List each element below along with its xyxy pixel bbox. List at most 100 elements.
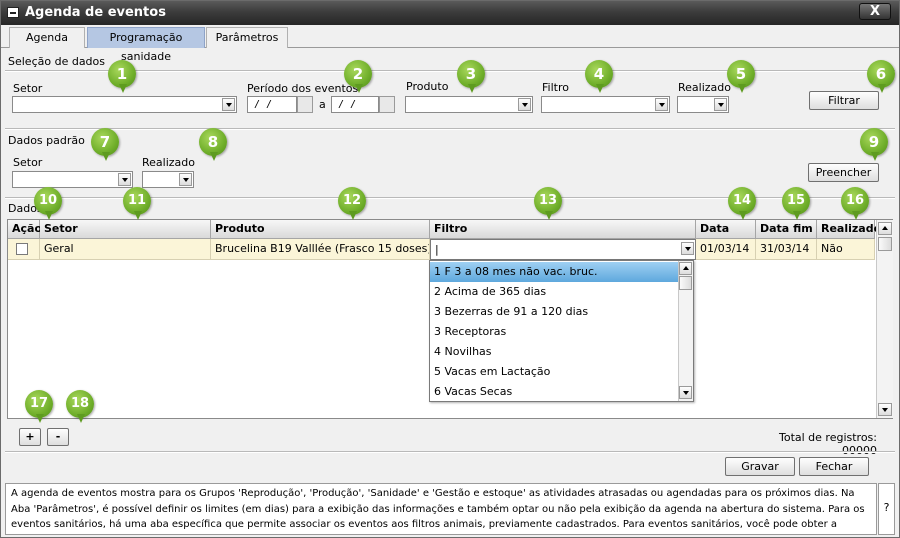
- filtro-dropdown-list: 1 F 3 a 08 mes não vac. bruc. 2 Acima de…: [429, 260, 694, 402]
- filtro-option[interactable]: 6 Vacas Secas: [430, 382, 678, 402]
- cell-setor[interactable]: Geral: [40, 239, 211, 260]
- scroll-thumb[interactable]: [878, 237, 892, 251]
- col-produto[interactable]: Produto: [211, 220, 430, 239]
- col-acao[interactable]: Ação: [8, 220, 42, 239]
- scroll-up-icon[interactable]: [679, 262, 692, 275]
- window-title: Agenda de eventos: [25, 5, 166, 20]
- section-selecao-label: Seleção de dados: [8, 55, 106, 68]
- scroll-down-icon[interactable]: [679, 386, 692, 399]
- badge-4: 4: [585, 60, 613, 93]
- produto-select[interactable]: [405, 96, 533, 113]
- divider: [5, 451, 895, 453]
- scroll-up-icon[interactable]: [878, 222, 892, 235]
- cell-realizado[interactable]: Não: [817, 239, 875, 260]
- filtrar-button[interactable]: Filtrar: [809, 91, 879, 110]
- col-setor[interactable]: Setor: [40, 220, 211, 239]
- badge-17: 17: [25, 390, 53, 423]
- badge-8: 8: [199, 128, 227, 161]
- padrao-realizado-label: Realizado: [142, 156, 195, 169]
- cell-filtro-editor[interactable]: |: [430, 239, 696, 260]
- badge-2: 2: [344, 60, 372, 93]
- filtro-option[interactable]: 3 Bezerras de 91 a 120 dias: [430, 302, 678, 322]
- badge-7: 7: [91, 128, 119, 161]
- chevron-down-icon[interactable]: [681, 242, 694, 255]
- chevron-down-icon[interactable]: [179, 173, 192, 186]
- chevron-down-icon[interactable]: [655, 98, 668, 111]
- fechar-button[interactable]: Fechar: [799, 457, 869, 476]
- help-icon[interactable]: ?: [878, 483, 895, 535]
- divider: [5, 128, 895, 130]
- padrao-setor-select[interactable]: [12, 171, 133, 188]
- tab-agenda[interactable]: Agenda: [9, 27, 85, 48]
- chevron-down-icon[interactable]: [222, 98, 235, 111]
- badge-15: 15: [782, 187, 810, 220]
- chevron-down-icon[interactable]: [518, 98, 531, 111]
- dropdown-scrollbar[interactable]: [678, 261, 693, 401]
- filtro-option[interactable]: 5 Vacas em Lactação: [430, 362, 678, 382]
- filtro-option[interactable]: 3 Receptoras: [430, 322, 678, 342]
- help-text: A agenda de eventos mostra para os Grupo…: [5, 483, 877, 535]
- filtro-dropdown-toggle[interactable]: [679, 241, 694, 258]
- col-data-inicio[interactable]: Data início: [696, 220, 756, 253]
- title-bar: Agenda de eventos X: [1, 1, 899, 25]
- tab-parametros[interactable]: Parâmetros: [206, 27, 288, 48]
- agenda-window: Agenda de eventos X Agenda Programação s…: [0, 0, 900, 538]
- badge-1: 1: [108, 60, 136, 93]
- setor-select[interactable]: [12, 96, 237, 113]
- date-to-input[interactable]: / /: [331, 96, 379, 113]
- cell-produto[interactable]: Brucelina B19 Valllée (Frasco 15 doses): [211, 239, 430, 260]
- badge-18: 18: [66, 390, 94, 423]
- badge-3: 3: [457, 60, 485, 93]
- gravar-button[interactable]: Gravar: [725, 457, 795, 476]
- scroll-down-icon[interactable]: [878, 403, 892, 416]
- realizado-label: Realizado: [678, 81, 731, 94]
- row-checkbox[interactable]: [16, 243, 28, 255]
- badge-11: 11: [123, 187, 151, 220]
- cell-acao: [8, 239, 40, 260]
- system-menu-icon[interactable]: [7, 7, 19, 18]
- total-records: Total de registros: 00000: [778, 431, 877, 457]
- divider: [5, 70, 895, 72]
- filtro-option[interactable]: 4 Novilhas: [430, 342, 678, 362]
- calendar-icon[interactable]: [379, 96, 395, 113]
- filtro-editor-text: |: [435, 243, 439, 256]
- close-button[interactable]: X: [859, 3, 891, 20]
- badge-13: 13: [534, 187, 562, 220]
- date-from-input[interactable]: / /: [247, 96, 297, 113]
- padrao-realizado-select[interactable]: [142, 171, 194, 188]
- calendar-icon[interactable]: [297, 96, 313, 113]
- date-separator: a: [319, 98, 326, 111]
- chevron-down-icon[interactable]: [118, 173, 131, 186]
- setor-label: Setor: [13, 82, 43, 95]
- col-data-fim[interactable]: Data fim: [756, 220, 817, 239]
- remove-row-button[interactable]: -: [47, 428, 69, 446]
- chevron-down-icon[interactable]: [714, 98, 727, 111]
- tab-bar: Agenda Programação sanidade Parâmetros: [1, 26, 899, 63]
- col-realizado[interactable]: Realizado: [817, 220, 881, 239]
- badge-9: 9: [860, 128, 888, 161]
- padrao-setor-label: Setor: [13, 156, 43, 169]
- col-filtro[interactable]: Filtro: [430, 220, 696, 239]
- filtro-option[interactable]: 1 F 3 a 08 mes não vac. bruc.: [430, 262, 678, 282]
- cell-data-inicio[interactable]: 01/03/14: [696, 239, 756, 260]
- grid-scrollbar[interactable]: [876, 220, 893, 418]
- produto-label: Produto: [406, 80, 449, 93]
- badge-12: 12: [338, 187, 366, 220]
- preencher-button[interactable]: Preencher: [808, 163, 879, 182]
- gravar-label: Gravar: [741, 460, 779, 473]
- cell-data-fim[interactable]: 31/03/14: [756, 239, 817, 260]
- badge-14: 14: [728, 187, 756, 220]
- tab-programacao-sanidade[interactable]: Programação sanidade: [87, 27, 205, 63]
- filtro-option[interactable]: 2 Acima de 365 dias: [430, 282, 678, 302]
- badge-16: 16: [841, 187, 869, 220]
- preencher-label: Preencher: [815, 166, 872, 179]
- section-padrao-label: Dados padrão: [8, 134, 85, 147]
- filtro-select[interactable]: [541, 96, 670, 113]
- badge-5: 5: [727, 60, 755, 93]
- filtrar-label: Filtrar: [828, 94, 860, 107]
- filtro-label: Filtro: [542, 81, 569, 94]
- scroll-thumb[interactable]: [679, 276, 692, 290]
- add-row-button[interactable]: +: [19, 428, 41, 446]
- badge-6: 6: [867, 60, 895, 93]
- realizado-select[interactable]: [677, 96, 729, 113]
